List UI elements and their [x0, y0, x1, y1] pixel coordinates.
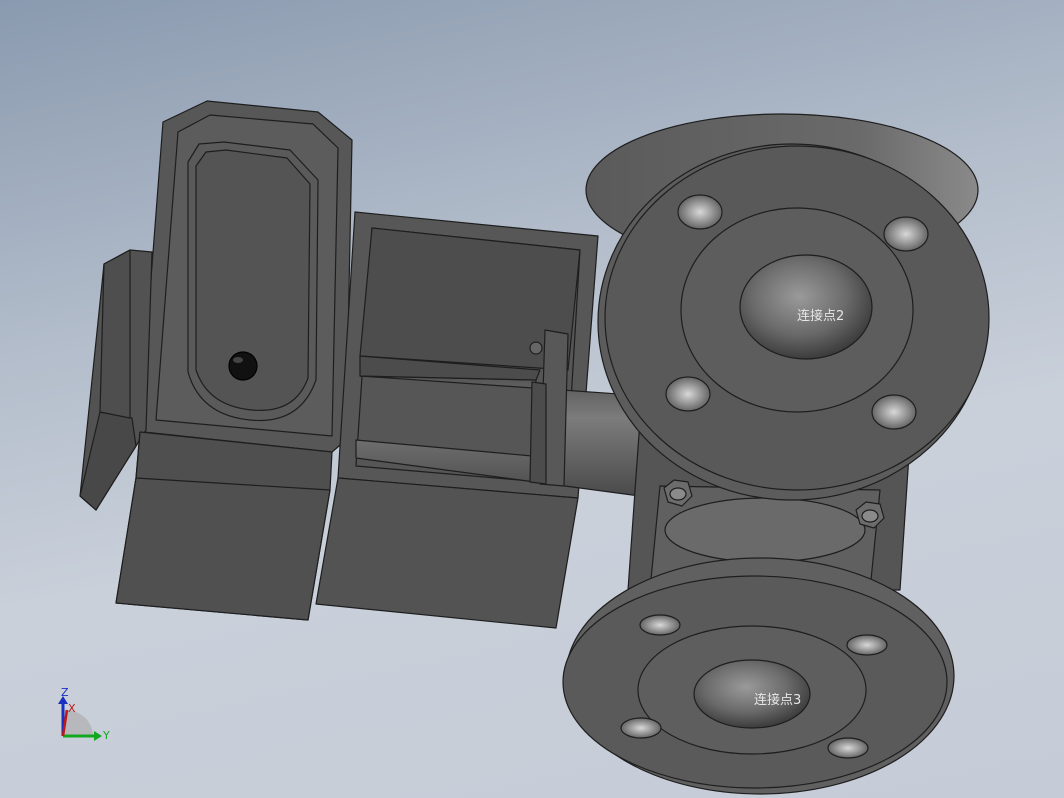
actuator-body: [79, 100, 353, 621]
flange-lower: [562, 557, 955, 795]
bolt-hole: [639, 614, 681, 636]
flange-upper-bore: [739, 254, 873, 360]
valve-neck-collar: [664, 497, 866, 563]
triad-x-label: X: [68, 702, 76, 715]
reference-triad: Z X Y: [58, 686, 110, 742]
bolt-hole: [871, 394, 917, 430]
cad-3d-viewport[interactable]: 连接点2 连接点3 Z X Y: [0, 0, 1064, 798]
bolt-hole: [883, 216, 929, 252]
bolt-hole: [677, 194, 723, 230]
bolt-hole: [665, 376, 711, 412]
indicator-dot: [228, 351, 258, 381]
bracket-bolt: [529, 341, 543, 355]
triad-z-label: Z: [61, 686, 69, 699]
yoke-bracket: [315, 211, 649, 629]
connection-point-2-label: 连接点2: [797, 308, 844, 324]
connection-point-3-label: 连接点3: [754, 692, 801, 708]
triad-y-label: Y: [102, 729, 110, 742]
bracket-base: [315, 477, 579, 629]
bolt-hole: [846, 634, 888, 656]
bolt-hole: [620, 717, 662, 739]
bolt-hole: [827, 737, 869, 759]
